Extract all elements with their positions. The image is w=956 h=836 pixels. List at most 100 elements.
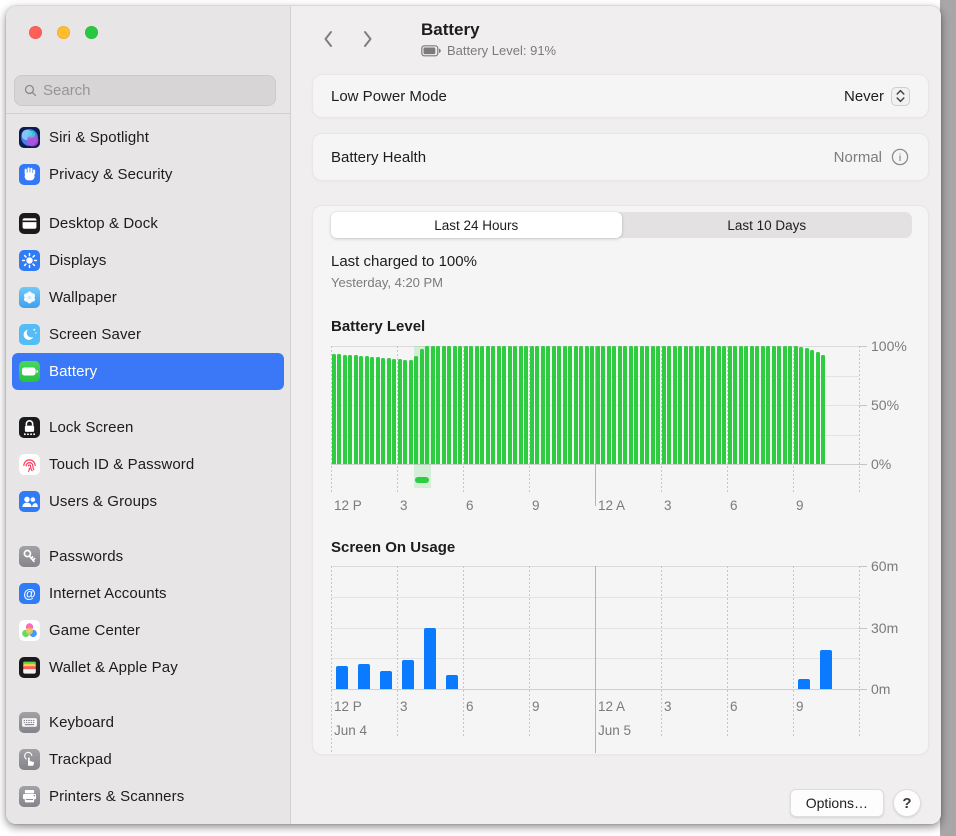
help-button[interactable]: ? [893, 789, 921, 817]
sidebar-item-internet-accounts[interactable]: @Internet Accounts [12, 575, 284, 612]
screen-on-usage-chart: 60m30m0m12 P36912 A369Jun 4Jun 5 [331, 566, 930, 751]
y-axis-label: 100% [871, 338, 907, 354]
gridline-v [331, 566, 332, 753]
sidebar-item-wallet-apple-pay[interactable]: Wallet & Apple Pay [12, 649, 284, 686]
bar [541, 346, 545, 464]
bar [722, 346, 726, 464]
axis-tick [859, 689, 867, 690]
axis-tick [859, 628, 867, 629]
usage-card: Last 24 HoursLast 10 Days Last charged t… [312, 205, 929, 755]
battery-health-row: Battery Health Normal i [312, 133, 929, 181]
gridline-v [529, 346, 530, 494]
bar [343, 355, 347, 464]
sidebar-item-displays[interactable]: Displays [12, 242, 284, 279]
bar [431, 346, 435, 464]
sidebar-item-battery[interactable]: Battery [12, 353, 284, 390]
sidebar-item-lock-screen[interactable]: Lock Screen [12, 409, 284, 446]
sidebar-item-label: Lock Screen [49, 419, 133, 436]
sidebar: Siri & SpotlightPrivacy & Security Deskto… [6, 6, 291, 824]
bar [810, 350, 814, 464]
bar [354, 355, 358, 464]
y-axis-label: 50% [871, 397, 899, 413]
bar [816, 352, 820, 464]
bar [612, 346, 616, 464]
sidebar-item-label: Game Center [49, 622, 140, 639]
low-power-mode-select[interactable]: Never [844, 87, 910, 106]
sidebar-group: Siri & SpotlightPrivacy & Security [12, 119, 284, 193]
bar [387, 358, 391, 464]
forward-button[interactable] [355, 24, 381, 54]
sidebar-group: Lock Screen Touch ID & PasswordUsers & Gr… [12, 409, 284, 520]
bar [667, 346, 671, 464]
system-settings-window: Siri & SpotlightPrivacy & Security Deskto… [6, 6, 941, 824]
time-range-tabs: Last 24 HoursLast 10 Days [331, 212, 912, 238]
options-button[interactable]: Options… [790, 789, 884, 817]
bar [508, 346, 512, 464]
sidebar-item-label: Desktop & Dock [49, 215, 158, 232]
sidebar-item-privacy-security[interactable]: Privacy & Security [12, 156, 284, 193]
sidebar-item-passwords[interactable]: Passwords [12, 538, 284, 575]
y-axis-label: 0% [871, 456, 891, 472]
bar [469, 346, 473, 464]
sidebar-item-desktop-dock[interactable]: Desktop & Dock [12, 205, 284, 242]
tab-last-24-hours[interactable]: Last 24 Hours [331, 212, 622, 238]
sidebar-item-screen-saver[interactable]: Screen Saver [12, 316, 284, 353]
gridline-v [661, 566, 662, 737]
sidebar-item-keyboard[interactable]: Keyboard [12, 704, 284, 741]
y-axis-label: 0m [871, 681, 890, 697]
axis-tick [859, 464, 867, 465]
screen-saver-icon [19, 324, 40, 345]
sidebar-item-label: Wallpaper [49, 289, 117, 306]
sidebar-item-game-center[interactable]: Game Center [12, 612, 284, 649]
wallet-icon [19, 657, 40, 678]
bar [640, 346, 644, 464]
privacy-hand-icon [19, 164, 40, 185]
sidebar-item-wallpaper[interactable]: Wallpaper [12, 279, 284, 316]
bar [772, 346, 776, 464]
x-axis-label: 6 [466, 699, 474, 714]
internet-accounts-icon: @ [19, 583, 40, 604]
bar [563, 346, 567, 464]
search-input[interactable] [43, 82, 267, 99]
desktop-background [940, 0, 956, 836]
bar [403, 360, 407, 464]
bar [623, 346, 627, 464]
sidebar-item-touch-id-password[interactable]: Touch ID & Password [12, 446, 284, 483]
search-icon [23, 83, 38, 98]
bar [821, 355, 825, 464]
stepper-icon [891, 87, 910, 106]
x-axis-label: 6 [730, 699, 738, 714]
sidebar-item-printers-scanners[interactable]: Printers & Scanners [12, 778, 284, 815]
x-axis-label: 3 [400, 699, 408, 714]
bar [552, 346, 556, 464]
sidebar-item-trackpad[interactable]: Trackpad [12, 741, 284, 778]
battery-health-info-button[interactable]: i [890, 147, 910, 167]
bar [436, 346, 440, 464]
bar [458, 346, 462, 464]
bar [519, 346, 523, 464]
charging-indicator [415, 477, 429, 483]
close-button[interactable] [29, 26, 42, 39]
sidebar-item-users-groups[interactable]: Users & Groups [12, 483, 284, 520]
sidebar-item-label: Printers & Scanners [49, 788, 184, 805]
screen-on-usage-chart-title: Screen On Usage [331, 539, 455, 556]
search-field[interactable] [14, 75, 276, 106]
tab-last-10-days[interactable]: Last 10 Days [622, 212, 913, 238]
bar [607, 346, 611, 464]
bar [392, 359, 396, 464]
x-axis-label: 9 [532, 498, 540, 513]
back-button[interactable] [315, 24, 341, 54]
sidebar-item-label: Displays [49, 252, 106, 269]
minimize-button[interactable] [57, 26, 70, 39]
gridline-v [661, 346, 662, 494]
sidebar-item-label: Battery [49, 363, 97, 380]
sidebar-item-siri-spotlight[interactable]: Siri & Spotlight [12, 119, 284, 156]
battery-level-chart: 100%50%0%12 P36912 A369 [331, 346, 930, 521]
gridline-v [793, 566, 794, 737]
gridline-v [529, 566, 530, 737]
zoom-button[interactable] [85, 26, 98, 39]
bar [777, 346, 781, 464]
axis-tick [859, 346, 867, 347]
x-axis-label: 9 [796, 699, 804, 714]
date-label: Jun 4 [334, 723, 367, 738]
